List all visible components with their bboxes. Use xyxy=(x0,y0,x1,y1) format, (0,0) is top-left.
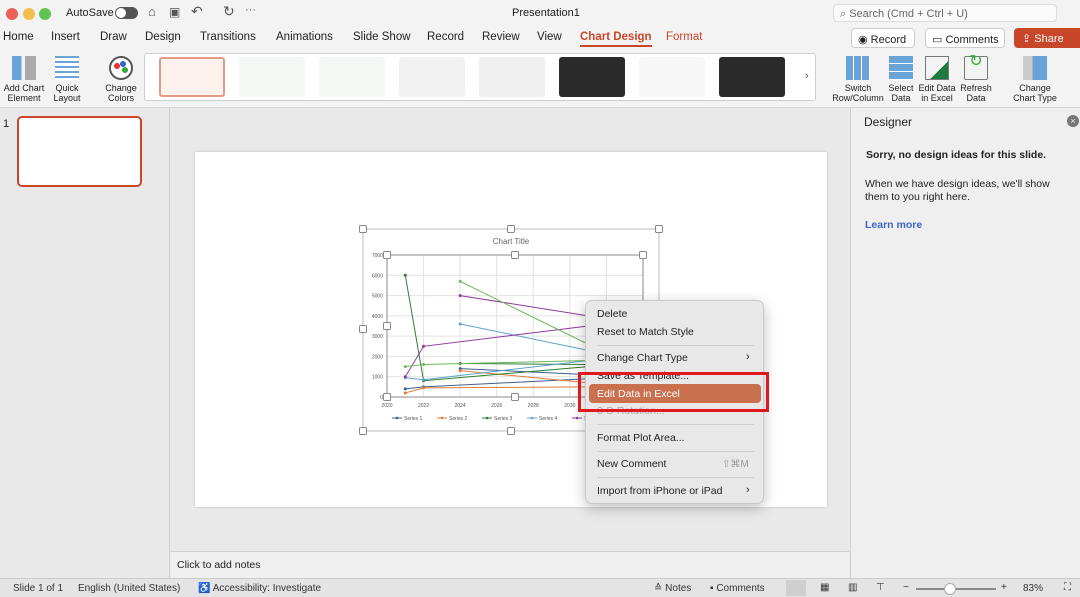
label: Notes xyxy=(665,583,692,594)
x-tick-label: 2030 xyxy=(564,403,575,409)
y-tick-label: 7000 xyxy=(372,253,383,259)
data-point xyxy=(458,294,462,298)
resize-handle[interactable] xyxy=(511,251,519,259)
resize-handle[interactable] xyxy=(507,427,515,435)
y-tick-label: 2000 xyxy=(372,354,383,360)
resize-handle[interactable] xyxy=(507,225,515,233)
x-tick-label: 2020 xyxy=(381,403,392,409)
close-designer-icon[interactable]: × xyxy=(1067,115,1079,127)
submenu-chevron-icon: › xyxy=(746,351,750,363)
menu-item-change-chart-type[interactable]: Change Chart Type xyxy=(597,352,688,364)
x-tick-label: 2022 xyxy=(418,403,429,409)
data-point xyxy=(403,365,407,369)
notes-icon: ≙ xyxy=(654,583,666,594)
menu-separator xyxy=(597,345,754,346)
data-point xyxy=(422,378,426,382)
legend-marker-dot xyxy=(530,416,534,420)
x-tick-label: 2026 xyxy=(491,403,502,409)
shortcut-new-comment: ⇧⌘M xyxy=(722,459,749,470)
normal-view-button[interactable] xyxy=(786,580,806,596)
designer-heading: Sorry, no design ideas for this slide. xyxy=(866,149,1047,161)
y-tick-label: 3000 xyxy=(372,334,383,340)
data-point xyxy=(422,386,426,390)
y-tick-label: 1000 xyxy=(372,375,383,381)
zoom-slider-thumb[interactable] xyxy=(944,583,956,595)
data-point xyxy=(458,279,462,283)
resize-handle[interactable] xyxy=(359,325,367,333)
data-point xyxy=(458,322,462,326)
legend-entry: Series 3 xyxy=(494,416,513,422)
designer-body: When we have design ideas, we'll show th… xyxy=(865,178,1050,203)
x-tick-label: 2028 xyxy=(528,403,539,409)
designer-pane: Designer × Sorry, no design ideas for th… xyxy=(850,108,1080,578)
data-point xyxy=(403,391,407,395)
data-point xyxy=(458,369,462,373)
resize-handle[interactable] xyxy=(639,251,647,259)
legend-marker-dot xyxy=(395,416,399,420)
x-tick-label: 2024 xyxy=(455,403,466,409)
data-point xyxy=(422,344,426,348)
reading-view-icon[interactable]: ▥ xyxy=(848,582,857,593)
learn-more-link[interactable]: Learn more xyxy=(865,219,922,231)
legend-marker-dot xyxy=(485,416,489,420)
highlight-annotation-box xyxy=(578,372,769,412)
menu-item-new-comment[interactable]: New Comment xyxy=(597,458,666,470)
zoom-in-button[interactable]: + xyxy=(1001,582,1007,593)
resize-handle[interactable] xyxy=(383,393,391,401)
resize-handle[interactable] xyxy=(359,427,367,435)
menu-item-delete[interactable]: Delete xyxy=(597,308,627,320)
legend-entry: Series 1 xyxy=(404,416,423,422)
resize-handle[interactable] xyxy=(655,225,663,233)
menu-separator xyxy=(597,477,754,478)
slide-count: Slide 1 of 1 xyxy=(13,583,64,594)
zoom-out-button[interactable]: − xyxy=(903,582,909,593)
resize-handle[interactable] xyxy=(511,393,519,401)
menu-separator xyxy=(597,424,754,425)
y-tick-label: 5000 xyxy=(372,294,383,300)
menu-item-import-from-iphone[interactable]: Import from iPhone or iPad xyxy=(597,485,722,497)
slideshow-icon[interactable]: ⊤ xyxy=(876,582,885,593)
zoom-slider[interactable] xyxy=(916,583,996,595)
fit-to-window-icon[interactable]: ⛶ xyxy=(1064,582,1071,593)
accessibility-status[interactable]: ♿ Accessibility: Investigate xyxy=(198,583,321,594)
chart-title: Chart Title xyxy=(493,237,530,246)
data-point xyxy=(403,375,407,379)
data-point xyxy=(403,273,407,277)
notes-button[interactable]: ≙ Notes xyxy=(654,583,691,594)
label: Accessibility: Investigate xyxy=(212,583,322,594)
status-bar: Slide 1 of 1 English (United States) ♿ A… xyxy=(0,578,1080,597)
slide-sorter-icon[interactable]: ▦ xyxy=(820,582,829,593)
designer-title: Designer xyxy=(864,115,913,129)
menu-item-format-plot-area[interactable]: Format Plot Area... xyxy=(597,432,685,444)
data-point xyxy=(422,363,426,367)
notes-placeholder: Click to add notes xyxy=(177,559,261,571)
notes-pane[interactable]: Click to add notes xyxy=(171,551,849,578)
y-tick-label: 0 xyxy=(380,395,383,401)
menu-item-reset-to-match-style[interactable]: Reset to Match Style xyxy=(597,326,694,338)
legend-entry: Series 4 xyxy=(539,416,558,422)
legend-marker-dot xyxy=(575,416,579,420)
submenu-chevron-icon: › xyxy=(746,484,750,496)
resize-handle[interactable] xyxy=(383,251,391,259)
y-tick-label: 6000 xyxy=(372,273,383,279)
legend-entry: Series 2 xyxy=(449,416,468,422)
zoom-level[interactable]: 83% xyxy=(1023,583,1043,594)
menu-separator xyxy=(597,451,754,452)
resize-handle[interactable] xyxy=(359,225,367,233)
language[interactable]: English (United States) xyxy=(78,583,180,594)
resize-handle[interactable] xyxy=(383,322,391,330)
accessibility-icon: ♿ xyxy=(198,583,213,594)
label: Comments xyxy=(716,583,765,594)
data-point xyxy=(403,387,407,391)
y-tick-label: 4000 xyxy=(372,314,383,320)
legend-marker-dot xyxy=(440,416,444,420)
comments-status-button[interactable]: ▪ Comments xyxy=(710,583,765,594)
